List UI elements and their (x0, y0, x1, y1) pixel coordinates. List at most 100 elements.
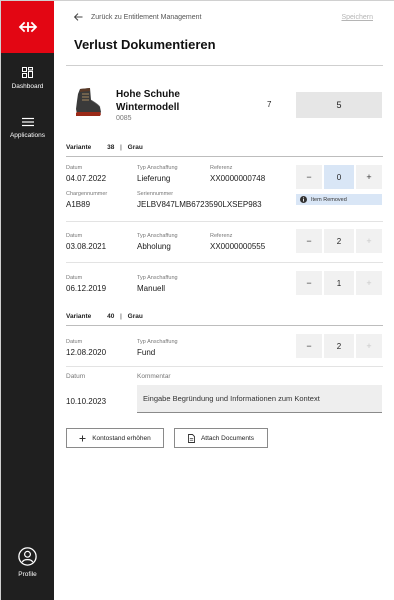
product-name: Hohe Schuhe Wintermodell (116, 89, 180, 113)
notice-text: Item Removed (311, 196, 347, 203)
field-typ: Typ Anschaffung Lieferung (137, 165, 178, 183)
sidebar-item-label: Profile (18, 571, 37, 578)
field-label: Referenz (210, 233, 233, 239)
field-value: A1B89 (66, 200, 91, 209)
product-sku: 0085 (116, 115, 132, 122)
increment-button[interactable]: + (356, 271, 382, 295)
field-label: Datum (66, 275, 83, 281)
field-referenz: Referenz XX0000000555 (210, 233, 265, 251)
divider (66, 366, 383, 367)
boot-icon (76, 88, 101, 116)
increase-balance-button[interactable]: Kontostand erhöhen (66, 428, 164, 448)
divider (66, 65, 383, 66)
divider (66, 156, 383, 157)
product-quantity: 7 (267, 100, 272, 109)
field-datum: Datum 03.08.2021 (66, 233, 106, 251)
menu-icon (21, 117, 34, 127)
quantity-stepper: − 0 + (296, 165, 382, 189)
field-value: Fund (137, 348, 156, 357)
document-icon (187, 433, 195, 443)
increment-button[interactable]: + (356, 165, 382, 189)
field-value: 04.07.2022 (66, 174, 107, 183)
field-label: Typ Anschaffung (137, 165, 178, 171)
field-value: Manuell (137, 284, 166, 293)
divider (66, 221, 383, 222)
comment-input[interactable] (143, 394, 376, 403)
field-label: Datum (66, 165, 83, 171)
field-value: 06.12.2019 (66, 284, 107, 293)
field-label: Typ Anschaffung (137, 339, 178, 345)
field-value: 10.10.2023 (66, 397, 107, 406)
variant-header: Variante 40 | Grau (66, 313, 143, 320)
back-link[interactable]: Zurück zu Entitlement Management (74, 13, 202, 21)
increment-button[interactable]: + (356, 334, 382, 358)
header: Zurück zu Entitlement Management Speiche… (54, 1, 394, 63)
brand-logo[interactable] (1, 1, 54, 53)
field-datum: Datum 04.07.2022 (66, 165, 106, 183)
field-referenz: Referenz XX0000000748 (210, 165, 265, 183)
stepper-value[interactable]: 2 (322, 334, 356, 358)
field-comment-label: Kommentar (137, 373, 171, 380)
attach-documents-button[interactable]: Attach Documents (174, 428, 268, 448)
variant-header: Variante 38 | Grau (66, 144, 143, 151)
field-label: Datum (66, 373, 86, 380)
divider (66, 325, 383, 326)
field-comment-date: 10.10.2023 (66, 394, 106, 406)
variant-color: Grau (127, 144, 143, 151)
field-charge: Chargennummer A1B89 (66, 191, 107, 209)
field-value: 12.08.2020 (66, 348, 107, 357)
increment-button[interactable]: + (356, 229, 382, 253)
quantity-stepper: − 2 + (296, 229, 382, 253)
decrement-button[interactable]: − (296, 229, 322, 253)
save-button[interactable]: Speichern (341, 14, 373, 21)
comment-field[interactable] (137, 385, 382, 413)
variant-label: Variante (66, 144, 92, 151)
field-typ: Typ Anschaffung Fund (137, 339, 178, 357)
field-label: Chargennummer (66, 191, 108, 197)
sidebar-item-profile[interactable]: Profile (1, 547, 54, 578)
decrement-button[interactable]: − (296, 334, 322, 358)
main-panel: Zurück zu Entitlement Management Speiche… (54, 1, 394, 600)
stepper-value[interactable]: 0 (322, 165, 356, 189)
plus-icon (79, 435, 86, 442)
app-window: Dashboard Applications Profile Zurück zu… (0, 0, 394, 600)
field-datum: Datum 12.08.2020 (66, 339, 106, 357)
field-label: Datum (66, 339, 83, 345)
field-serie: Seriennummer JELBV847LMB6723590LXSEP983 (137, 191, 262, 209)
variant-label: Variante (66, 313, 92, 320)
stepper-value[interactable]: 1 (322, 271, 356, 295)
stepper-value[interactable]: 2 (322, 229, 356, 253)
arrow-left-icon (74, 13, 83, 21)
quantity-stepper: − 1 + (296, 271, 382, 295)
field-value: XX0000000748 (210, 174, 266, 183)
sidebar-item-dashboard[interactable]: Dashboard (1, 67, 54, 90)
sbb-logo-icon (18, 21, 37, 33)
field-value: Abholung (137, 242, 171, 251)
page-title: Verlust Dokumentieren (74, 37, 216, 52)
field-typ: Typ Anschaffung Abholung (137, 233, 178, 251)
divider (66, 262, 383, 263)
decrement-button[interactable]: − (296, 271, 322, 295)
field-value: XX0000000555 (210, 242, 266, 251)
dashboard-icon (22, 67, 33, 78)
decrement-button[interactable]: − (296, 165, 322, 189)
info-icon (300, 196, 307, 203)
field-typ: Typ Anschaffung Manuell (137, 275, 178, 293)
product-total: 5 (296, 92, 382, 118)
field-value: 03.08.2021 (66, 242, 107, 251)
field-datum: Datum (66, 373, 85, 380)
status-badge: Item Removed (296, 194, 382, 205)
variant-size: 40 (107, 313, 115, 320)
field-label: Seriennummer (137, 191, 174, 197)
field-value: Lieferung (137, 174, 171, 183)
field-value: JELBV847LMB6723590LXSEP983 (137, 200, 262, 209)
quantity-stepper: − 2 + (296, 334, 382, 358)
variant-color: Grau (127, 313, 143, 320)
field-label: Typ Anschaffung (137, 275, 178, 281)
sidebar-item-label: Dashboard (11, 83, 44, 90)
button-label: Attach Documents (200, 434, 255, 442)
button-label: Kontostand erhöhen (92, 434, 151, 442)
field-label: Kommentar (137, 373, 171, 380)
sidebar-item-applications[interactable]: Applications (1, 117, 54, 139)
back-link-label: Zurück zu Entitlement Management (91, 13, 202, 21)
